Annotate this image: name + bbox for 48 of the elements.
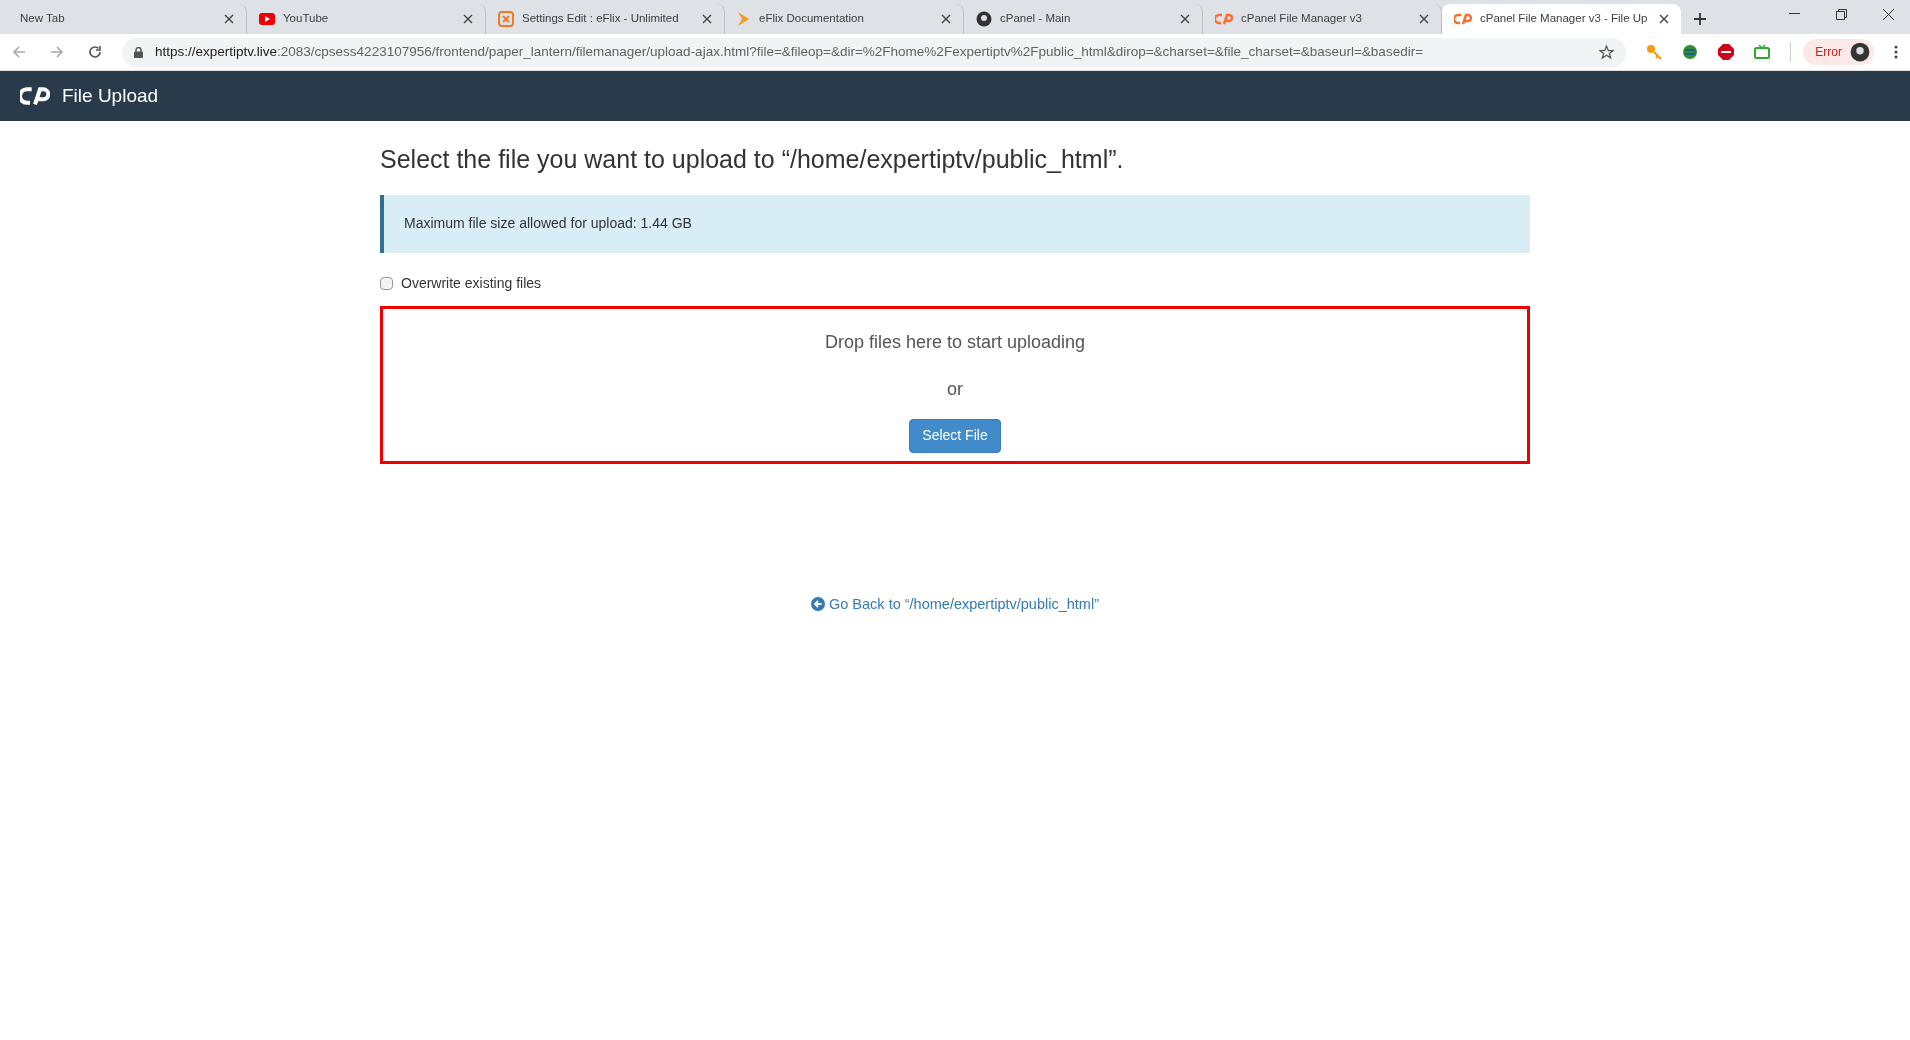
tab-title: cPanel File Manager v3 - File Up	[1480, 11, 1649, 27]
video-play-icon	[259, 13, 275, 25]
star-icon[interactable]	[1599, 44, 1615, 60]
go-back-link[interactable]: Go Back to “/home/expertiptv/public_html”	[811, 593, 1099, 616]
back-circle-icon	[811, 597, 825, 612]
tab-title: New Tab	[20, 11, 66, 27]
drop-zone[interactable]: Drop files here to start uploading or Select File	[380, 305, 1530, 464]
page-heading: Select the file you want to upload to “/home/expertiptv/public_html”.	[380, 144, 1125, 175]
header-title: File Upload	[62, 83, 159, 108]
profile-error-button[interactable]: Error	[1803, 39, 1874, 65]
reload-icon[interactable]	[88, 45, 102, 59]
select-file-button[interactable]: Select File	[909, 418, 1001, 453]
close-icon[interactable]	[1180, 14, 1190, 24]
tv-icon[interactable]	[1754, 44, 1771, 60]
crossed-square-icon	[498, 11, 514, 27]
avatar-icon	[1850, 42, 1870, 62]
new-tab-icon[interactable]	[1693, 12, 1707, 26]
url-text: https://expertiptv.live:2083/cpsess4223107956/frontend/paper_lantern/filemanager/upload-ajax.html?file=&fileop=&dir=%2Fhome%2Fexpertiptv%2Fpublic_html&dirop=&charset=&file_charset=&baseurl=&basedir=	[155, 42, 1425, 61]
menu-icon[interactable]	[1894, 45, 1898, 59]
close-window-icon[interactable]	[1883, 8, 1894, 20]
checkbox[interactable]	[380, 276, 393, 290]
avatar-icon	[976, 11, 992, 27]
close-icon[interactable]	[224, 14, 234, 24]
tab-title: cPanel File Manager v3	[1241, 11, 1363, 27]
chevron-logo-icon	[737, 11, 751, 27]
close-icon[interactable]	[941, 14, 951, 24]
address-bar[interactable]: https://expertiptv.live:2083/cpsess4223107956/frontend/paper_lantern/filemanager/upload-ajax.html?file=&fileop=&dir=%2Fhome%2Fexpertiptv%2Fpublic_html&dirop=&charset=&file_charset=&baseurl=&basedir=	[122, 37, 1627, 67]
close-icon[interactable]	[463, 14, 473, 24]
close-icon[interactable]	[702, 14, 712, 24]
close-icon[interactable]	[1659, 14, 1669, 24]
close-icon[interactable]	[1419, 14, 1429, 24]
tab-title: YouTube	[283, 11, 330, 27]
lock-icon	[134, 46, 143, 58]
or-text: or	[947, 377, 963, 401]
tab-title: Settings Edit : eFlix - Unlimited	[522, 11, 680, 27]
restore-icon[interactable]	[1836, 8, 1847, 20]
minimize-icon[interactable]	[1789, 13, 1800, 15]
drop-prompt: Drop files here to start uploading	[824, 330, 1086, 354]
checkbox-label: Overwrite existing files	[401, 273, 542, 293]
cp-logo-icon	[1215, 13, 1233, 25]
info-notice: Maximum file size allowed for upload: 1.44 GB	[380, 194, 1530, 253]
cp-logo-icon	[1454, 13, 1472, 25]
browser-tab[interactable]: cPanel File Manager v3 - File Up	[1442, 4, 1681, 34]
tab-title: eFlix Documentation	[759, 11, 865, 27]
globe-icon[interactable]	[1682, 44, 1699, 60]
cp-logo-icon	[20, 86, 50, 106]
tab-title: cPanel - Main	[1000, 11, 1072, 27]
stop-sign-icon[interactable]	[1718, 44, 1735, 60]
